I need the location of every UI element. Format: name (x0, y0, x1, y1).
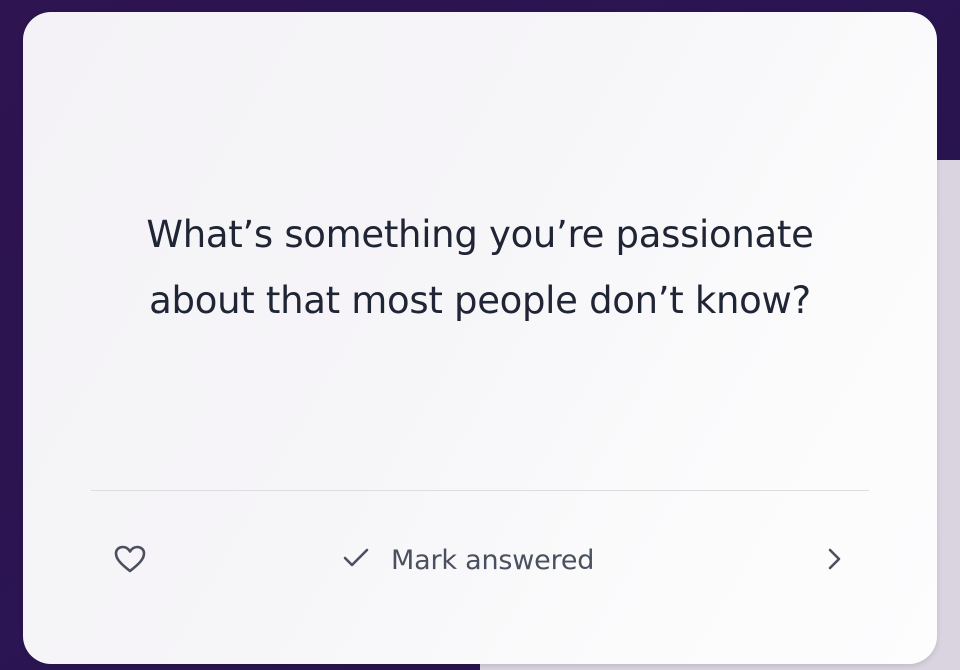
question-card: What’s something you’re passionate about… (23, 12, 937, 664)
next-question-button[interactable] (813, 540, 855, 582)
like-button[interactable] (109, 540, 151, 582)
question-text: What’s something you’re passionate about… (146, 213, 814, 322)
mark-answered-label: Mark answered (391, 544, 595, 576)
mark-answered-button[interactable]: Mark answered (341, 538, 594, 582)
card-footer: Mark answered (91, 532, 869, 588)
chevron-right-icon (824, 546, 844, 576)
card-divider (91, 490, 869, 491)
check-icon (341, 546, 371, 574)
heart-icon (113, 544, 147, 578)
